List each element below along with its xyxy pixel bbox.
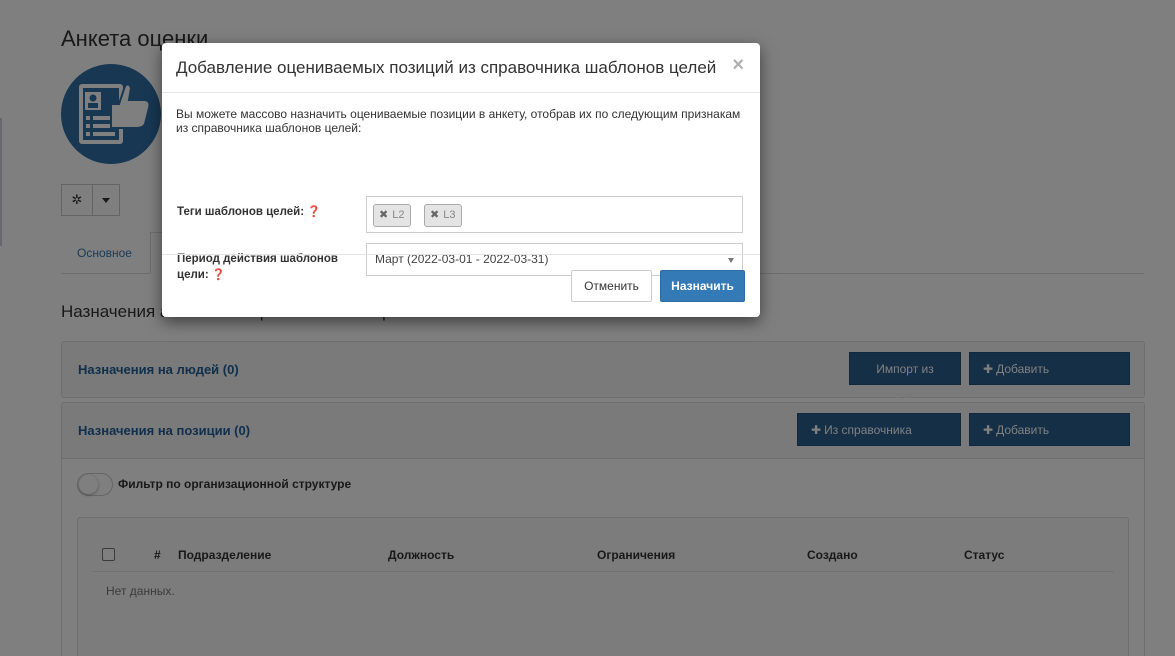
tag-chip-label: L2 [392, 209, 405, 221]
question-circle-icon[interactable]: ❓ [307, 206, 321, 218]
modal-header: Добавление оцениваемых позиций из справо… [162, 43, 760, 93]
tags-label: Теги шаблонов целей: ❓ [177, 204, 321, 220]
modal-title: Добавление оцениваемых позиций из справо… [176, 58, 717, 77]
close-icon[interactable]: × [732, 55, 744, 75]
modal-intro-text: Вы можете массово назначить оцениваемые … [176, 107, 741, 135]
modal-body: Вы можете массово назначить оцениваемые … [162, 93, 760, 281]
modal-footer: Отменить Назначить [162, 254, 760, 317]
tags-input[interactable]: ✖ L2 ✖ L3 [366, 196, 743, 233]
tag-chip-label: L3 [443, 209, 456, 221]
cancel-button[interactable]: Отменить [571, 270, 652, 302]
add-positions-modal: Добавление оцениваемых позиций из справо… [162, 43, 760, 317]
tag-chip: ✖ L3 [424, 204, 463, 227]
remove-tag-icon[interactable]: ✖ [379, 209, 388, 221]
assign-button[interactable]: Назначить [660, 270, 745, 302]
tag-chip: ✖ L2 [373, 204, 412, 227]
tags-label-text: Теги шаблонов целей: [177, 206, 305, 218]
remove-tag-icon[interactable]: ✖ [430, 209, 439, 221]
